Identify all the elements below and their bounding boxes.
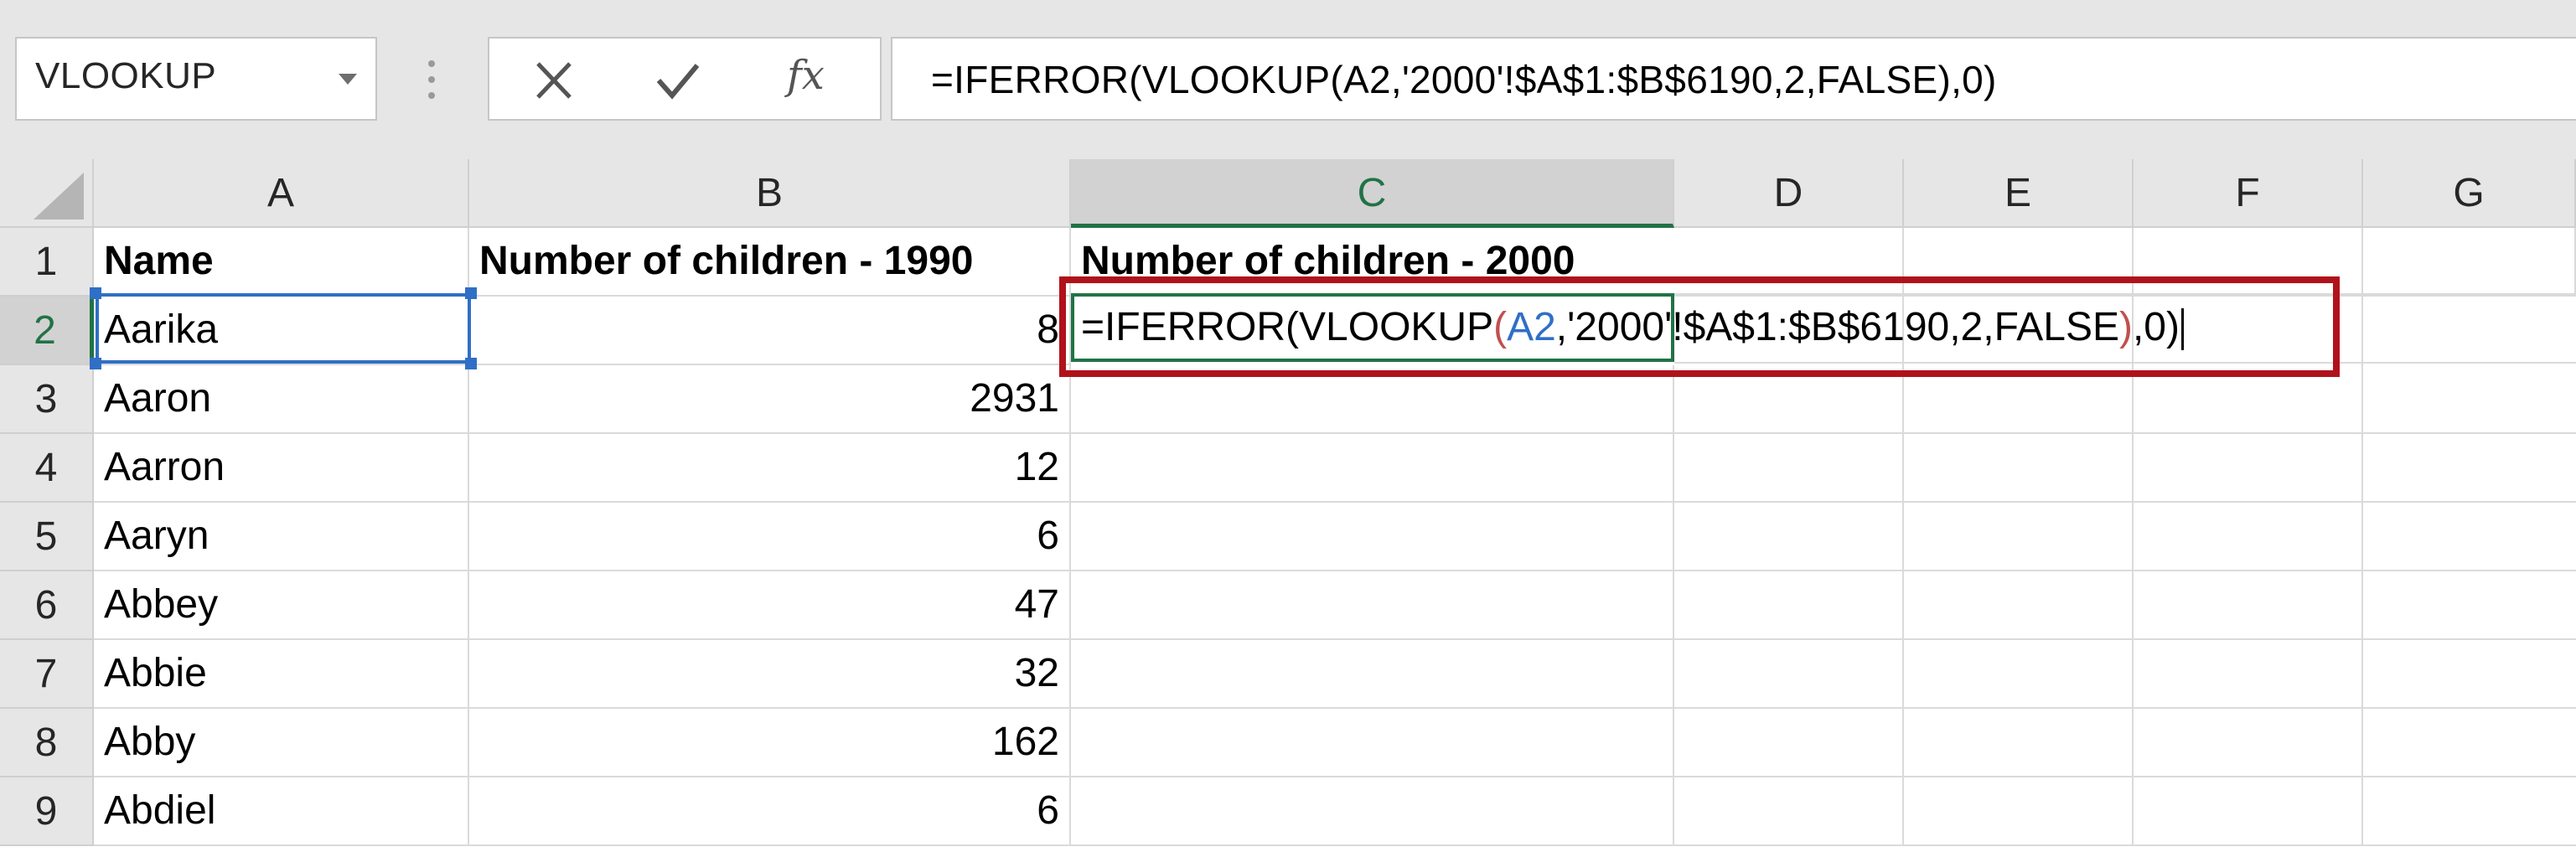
column-header-g[interactable]: G xyxy=(2363,159,2576,228)
select-all-button[interactable] xyxy=(0,159,94,228)
formula-text: =IFERROR(VLOOKUP(A2,'2000'!$A$1:$B$6190,… xyxy=(931,58,1997,101)
column-header-d[interactable]: D xyxy=(1674,159,1904,228)
cell-b7[interactable]: 32 xyxy=(469,640,1071,709)
checkmark-icon[interactable] xyxy=(654,57,702,104)
name-box-value: VLOOKUP xyxy=(35,55,217,96)
cell-a9[interactable]: Abdiel xyxy=(94,777,469,846)
column-header-f[interactable]: F xyxy=(2134,159,2363,228)
row-header-6[interactable]: 6 xyxy=(0,571,94,640)
fx-icon[interactable]: fx xyxy=(787,52,825,99)
cell-b6[interactable]: 47 xyxy=(469,571,1071,640)
reference-handle[interactable] xyxy=(90,358,101,369)
cell-a8[interactable]: Abby xyxy=(94,709,469,777)
gridlines xyxy=(1071,432,2576,777)
row-header-5[interactable]: 5 xyxy=(0,503,94,571)
reference-handle[interactable] xyxy=(465,358,477,369)
cell-b3[interactable]: 2931 xyxy=(469,365,1071,434)
chevron-down-icon[interactable] xyxy=(339,74,357,85)
grip-icon[interactable] xyxy=(427,60,436,99)
row-header-2[interactable]: 2 xyxy=(0,297,94,365)
row-header-8[interactable]: 8 xyxy=(0,709,94,777)
formula-bar-area: VLOOKUP fx =IFERROR(VLOOKUP(A2,'2000'!$A… xyxy=(0,0,2576,161)
cell-b1[interactable]: Number of children - 1990 xyxy=(469,228,1071,297)
row-header-9[interactable]: 9 xyxy=(0,777,94,846)
close-icon[interactable] xyxy=(530,57,578,104)
cell-b8[interactable]: 162 xyxy=(469,709,1071,777)
reference-handle[interactable] xyxy=(465,287,477,299)
formula-input[interactable]: =IFERROR(VLOOKUP(A2,'2000'!$A$1:$B$6190,… xyxy=(891,37,2576,121)
name-box[interactable]: VLOOKUP xyxy=(15,37,377,121)
column-header-e[interactable]: E xyxy=(1904,159,2134,228)
cell-b5[interactable]: 6 xyxy=(469,503,1071,571)
row-header-7[interactable]: 7 xyxy=(0,640,94,709)
row-header-1[interactable]: 1 xyxy=(0,228,94,297)
referenced-cell-highlight xyxy=(96,293,471,364)
column-header-c[interactable]: C xyxy=(1071,159,1674,228)
cell-a6[interactable]: Abbey xyxy=(94,571,469,640)
cell-b2[interactable]: 8 xyxy=(469,297,1071,365)
cell-a3[interactable]: Aaron xyxy=(94,365,469,434)
cell-a5[interactable]: Aaryn xyxy=(94,503,469,571)
cell-b4[interactable]: 12 xyxy=(469,434,1071,503)
cell-a4[interactable]: Aarron xyxy=(94,434,469,503)
reference-handle[interactable] xyxy=(90,287,101,299)
column-header-b[interactable]: B xyxy=(469,159,1071,228)
row-header-3[interactable]: 3 xyxy=(0,365,94,434)
cell-a1[interactable]: Name xyxy=(94,228,469,297)
cell-b9[interactable]: 6 xyxy=(469,777,1071,846)
formula-buttons: fx xyxy=(488,37,882,121)
callout-highlight-box xyxy=(1059,276,2340,377)
row-header-4[interactable]: 4 xyxy=(0,434,94,503)
cell-a7[interactable]: Abbie xyxy=(94,640,469,709)
column-header-a[interactable]: A xyxy=(94,159,469,228)
